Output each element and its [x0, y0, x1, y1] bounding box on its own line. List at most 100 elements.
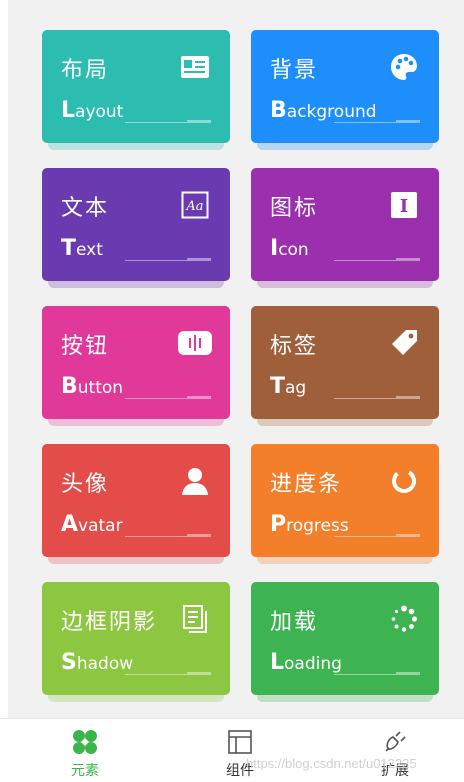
card-underline-accent	[396, 258, 420, 261]
card-underline-accent	[396, 672, 420, 675]
card-body: 边框阴影 Shadow	[42, 582, 230, 695]
card-subtitle: Loading	[270, 650, 342, 675]
card-underline-accent	[396, 534, 420, 537]
card-layout[interactable]: 布局 Layout	[42, 30, 230, 150]
card-title: 加载	[270, 610, 319, 635]
card-subtitle: Progress	[270, 512, 349, 537]
card-title: 文本	[61, 196, 110, 221]
card-underline	[125, 122, 187, 123]
card-body: 头像 Avatar	[42, 444, 230, 557]
card-underline	[334, 260, 396, 261]
card-shadow[interactable]: 边框阴影 Shadow	[42, 582, 230, 702]
user-icon	[178, 464, 212, 498]
card-underline	[125, 260, 187, 261]
id-card-icon	[178, 50, 212, 84]
card-underline-accent	[187, 534, 211, 537]
loading-dots-icon	[387, 602, 421, 636]
card-button[interactable]: 按钮 Button	[42, 306, 230, 426]
tag-icon	[387, 326, 421, 360]
card-subtitle-initial: B	[270, 98, 287, 123]
card-subtitle-initial: L	[270, 650, 285, 675]
card-subtitle-rest: con	[278, 240, 309, 260]
elements-icon	[71, 728, 99, 756]
card-title: 进度条	[270, 472, 343, 497]
card-title: 布局	[61, 58, 110, 83]
tab-bar: 元素 组件 扩展	[0, 718, 464, 782]
font-aa-icon: Aa	[178, 188, 212, 222]
card-underline	[334, 122, 396, 123]
card-title: 头像	[61, 472, 110, 497]
card-subtitle: Avatar	[61, 512, 123, 537]
card-body: 加载 Loading	[251, 582, 439, 695]
card-subtitle: Text	[61, 236, 103, 261]
button-icon	[178, 326, 212, 360]
tab-elements[interactable]: 元素	[25, 719, 145, 782]
card-loading[interactable]: 加载 Loading	[251, 582, 439, 702]
text-cursor-icon: I	[387, 188, 421, 222]
card-body: 布局 Layout	[42, 30, 230, 143]
card-subtitle-rest: ackground	[286, 102, 377, 122]
svg-text:I: I	[400, 196, 408, 217]
card-subtitle-initial: I	[270, 236, 279, 261]
card-text[interactable]: 文本 Aa Text	[42, 168, 230, 288]
card-underline	[334, 674, 396, 675]
card-subtitle-rest: utton	[77, 378, 124, 398]
card-underline-accent	[187, 672, 211, 675]
card-title: 边框阴影	[61, 610, 158, 635]
layout-panel-icon	[226, 728, 254, 756]
card-subtitle-initial: P	[270, 512, 287, 537]
card-subtitle: Tag	[270, 374, 306, 399]
card-underline-accent	[187, 396, 211, 399]
svg-text:Aa: Aa	[185, 199, 203, 214]
watermark: https://blog.csdn.net/u012225	[246, 756, 417, 771]
card-body: 图标 I Icon	[251, 168, 439, 281]
card-subtitle-initial: B	[61, 374, 78, 399]
card-subtitle-rest: vatar	[78, 516, 123, 536]
copy-docs-icon	[178, 602, 212, 636]
tab-components[interactable]: 组件	[180, 719, 300, 782]
card-underline-accent	[396, 120, 420, 123]
card-underline	[334, 536, 396, 537]
card-title: 按钮	[61, 334, 110, 359]
card-subtitle-rest: ext	[76, 240, 103, 260]
card-subtitle: Layout	[61, 98, 123, 123]
card-title: 背景	[270, 58, 319, 83]
tab-label: 元素	[71, 763, 99, 779]
card-subtitle-rest: ag	[285, 378, 307, 398]
card-subtitle-initial: A	[61, 512, 79, 537]
card-tag[interactable]: 标签 Tag	[251, 306, 439, 426]
plugin-icon	[381, 728, 409, 756]
card-subtitle-initial: T	[61, 236, 77, 261]
card-subtitle-initial: S	[61, 650, 77, 675]
card-progress[interactable]: 进度条 Progress	[251, 444, 439, 564]
card-subtitle: Icon	[270, 236, 309, 261]
card-body: 标签 Tag	[251, 306, 439, 419]
card-body: 按钮 Button	[42, 306, 230, 419]
card-subtitle-initial: L	[61, 98, 76, 123]
card-underline	[334, 398, 396, 399]
card-underline-accent	[187, 258, 211, 261]
left-edge	[0, 0, 8, 718]
card-underline-accent	[187, 120, 211, 123]
card-subtitle: Shadow	[61, 650, 133, 675]
card-underline	[125, 536, 187, 537]
card-body: 背景 Background	[251, 30, 439, 143]
card-body: 进度条 Progress	[251, 444, 439, 557]
card-grid: 布局 Layout 背景 Background 文本 Aa Text 图标 I Icon 按钮 But…	[42, 30, 439, 702]
card-subtitle: Background	[270, 98, 377, 123]
card-body: 文本 Aa Text	[42, 168, 230, 281]
card-subtitle: Button	[61, 374, 123, 399]
card-subtitle-rest: oading	[284, 654, 342, 674]
card-subtitle-initial: T	[270, 374, 286, 399]
card-title: 标签	[270, 334, 319, 359]
card-underline-accent	[396, 396, 420, 399]
card-background[interactable]: 背景 Background	[251, 30, 439, 150]
card-subtitle-rest: rogress	[286, 516, 349, 536]
card-underline	[125, 398, 187, 399]
card-underline	[125, 674, 187, 675]
tab-extensions[interactable]: 扩展	[335, 719, 455, 782]
card-icon[interactable]: 图标 I Icon	[251, 168, 439, 288]
card-subtitle-rest: hadow	[76, 654, 134, 674]
card-title: 图标	[270, 196, 319, 221]
card-avatar[interactable]: 头像 Avatar	[42, 444, 230, 564]
